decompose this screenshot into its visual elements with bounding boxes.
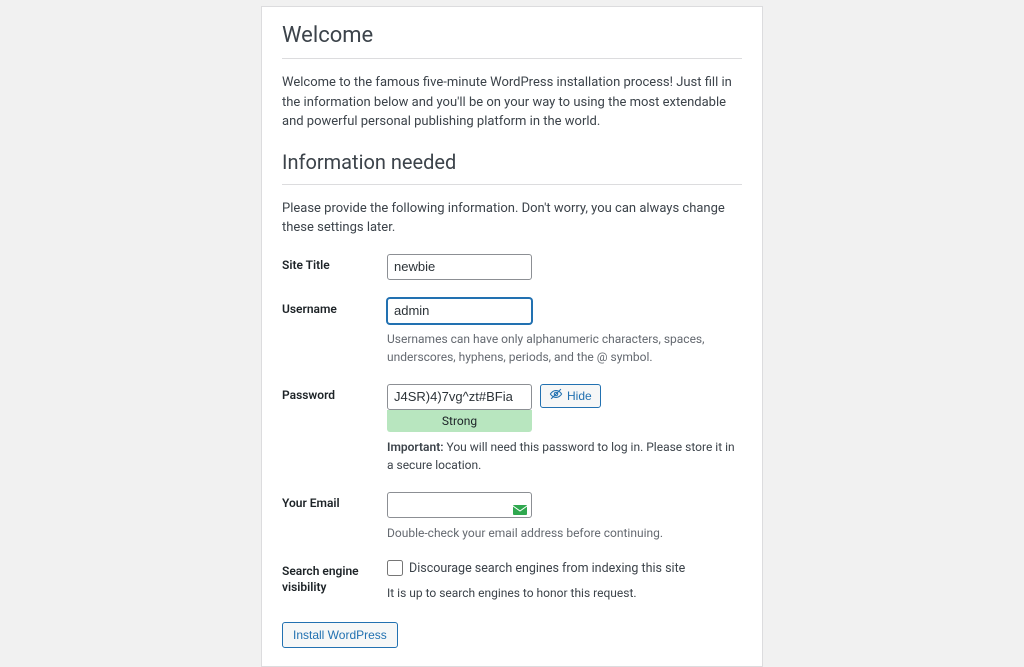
hide-button-label: Hide: [567, 389, 592, 403]
site-title-label: Site Title: [282, 254, 387, 298]
username-input[interactable]: [387, 298, 532, 324]
hide-password-button[interactable]: Hide: [540, 384, 601, 408]
password-important-label: Important:: [387, 440, 444, 454]
install-form: Site Title Username Usernames can have o…: [282, 254, 742, 619]
username-label: Username: [282, 298, 387, 384]
install-wordpress-button[interactable]: Install WordPress: [282, 622, 398, 648]
welcome-heading: Welcome: [282, 23, 742, 59]
info-intro: Please provide the following information…: [282, 199, 742, 238]
password-input[interactable]: [387, 384, 532, 410]
password-label: Password: [282, 384, 387, 492]
install-panel: Welcome Welcome to the famous five-minut…: [261, 6, 763, 667]
password-strength-meter: Strong: [387, 410, 532, 432]
sev-checkbox-label[interactable]: Discourage search engines from indexing …: [409, 561, 685, 576]
email-label: Your Email: [282, 492, 387, 560]
email-input[interactable]: [387, 492, 532, 518]
sev-checkbox[interactable]: [387, 560, 403, 576]
sev-label: Search engine visibility: [282, 560, 387, 618]
username-hint: Usernames can have only alphanumeric cha…: [387, 330, 742, 366]
password-important-note: Important: You will need this password t…: [387, 438, 742, 474]
info-heading: Information needed: [282, 150, 742, 185]
password-group: Strong: [387, 384, 532, 432]
sev-note: It is up to search engines to honor this…: [387, 586, 742, 600]
welcome-intro: Welcome to the famous five-minute WordPr…: [282, 73, 742, 132]
email-hint: Double-check your email address before c…: [387, 524, 742, 542]
site-title-input[interactable]: [387, 254, 532, 280]
eye-slash-icon: [549, 387, 563, 404]
autofill-indicator-icon: [513, 500, 527, 510]
